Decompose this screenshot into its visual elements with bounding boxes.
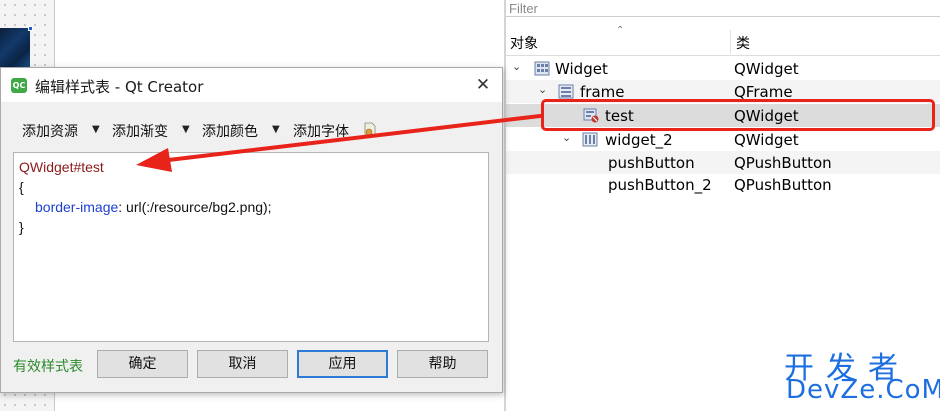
add-color-button[interactable]: 添加颜色 [202,121,258,141]
vertical-layout-icon [558,84,574,99]
stylesheet-editor[interactable]: QWidget#test { border-image: url(:/resou… [13,152,489,342]
stylesheet-toolbar: 添加资源 ▼ 添加渐变 ▼ 添加颜色 ▼ 添加字体 [1,118,502,144]
tree-row-pushbutton[interactable]: pushButton QPushButton [506,151,940,174]
tree-row-name: Widget [555,60,608,78]
edit-stylesheet-dialog: QC 编辑样式表 - Qt Creator ✕ 添加资源 ▼ 添加渐变 ▼ 添加… [0,67,503,393]
css-declaration-line: border-image: url(:/resource/bg2.png); [35,199,272,215]
chevron-down-icon[interactable]: ⌄ [512,60,521,73]
dialog-titlebar[interactable]: QC 编辑样式表 - Qt Creator ✕ [1,68,502,102]
cancel-button[interactable]: 取消 [197,350,288,378]
tree-row-name: pushButton_2 [608,176,712,194]
grid-layout-icon [534,61,550,76]
dropdown-arrow-icon[interactable]: ▼ [92,124,100,135]
sort-indicator-icon: ⌃ [616,25,625,36]
add-font-button[interactable]: 添加字体 [293,121,349,141]
watermark-domain-text: DevZe.CoM [786,375,940,405]
selected-widget-preview[interactable] [0,28,30,68]
dialog-title: 编辑样式表 - Qt Creator [35,78,204,96]
tree-row-class: QWidget [734,60,799,78]
apply-button[interactable]: 应用 [297,350,388,378]
tree-row-name: widget_2 [605,131,673,149]
stylesheet-status-label: 有效样式表 [13,359,83,375]
close-button[interactable]: ✕ [471,73,495,97]
tree-row-class: QWidget [734,131,799,149]
dropdown-arrow-icon[interactable]: ▼ [182,124,190,135]
dropdown-arrow-icon[interactable]: ▼ [272,124,280,135]
tree-row-name: pushButton [608,154,695,172]
css-property-name: border-image [35,199,119,215]
filter-input[interactable] [506,0,940,16]
add-resource-button[interactable]: 添加资源 [22,121,78,141]
column-separator[interactable] [730,30,731,54]
tree-row-widget-2[interactable]: ⌄ widget_2 QWidget [506,128,940,151]
filter-bar [506,0,940,17]
column-header-class[interactable]: 类 [736,33,750,53]
column-header-object[interactable]: 对象 [510,33,538,53]
screen: ⌃ 对象 类 ⌄ Widget QWidget ⌄ frame QFrame [0,0,940,411]
css-close-brace: } [19,219,24,235]
inspector-header: ⌃ 对象 类 [506,25,940,56]
css-property-value: : url(:/resource/bg2.png); [118,199,272,215]
tree-row-widget[interactable]: ⌄ Widget QWidget [506,57,940,80]
chevron-down-icon[interactable]: ⌄ [538,83,547,96]
tree-row-class: QPushButton [734,154,832,172]
qt-creator-logo-icon: QC [11,78,27,93]
horizontal-layout-icon [582,132,598,147]
css-selector-line: QWidget#test [19,159,104,175]
add-gradient-button[interactable]: 添加渐变 [112,121,168,141]
help-button[interactable]: 帮助 [397,350,488,378]
tree-row-class: QPushButton [734,176,832,194]
chevron-down-icon[interactable]: ⌄ [562,131,571,144]
ok-button[interactable]: 确定 [97,350,188,378]
tree-row-pushbutton-2[interactable]: pushButton_2 QPushButton [506,173,940,196]
resize-handle[interactable] [28,26,33,31]
highlight-annotation-box [541,99,935,131]
css-open-brace: { [19,179,24,195]
font-file-icon[interactable] [364,122,376,138]
